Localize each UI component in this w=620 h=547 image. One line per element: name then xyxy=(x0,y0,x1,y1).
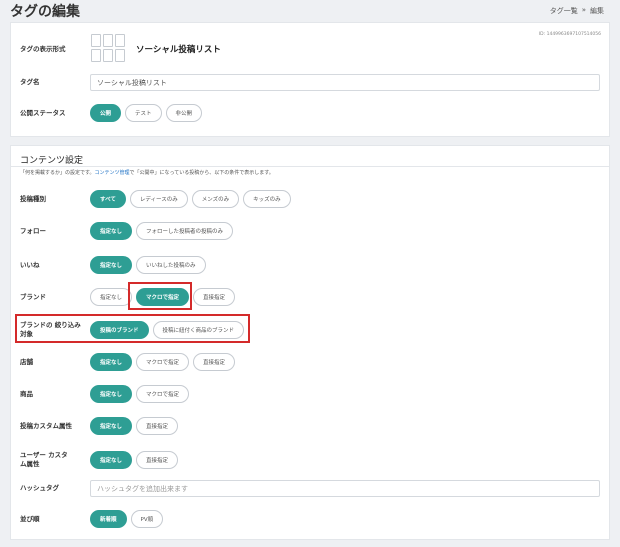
content-description: 「何を掲載するか」の設定です。コンテンツ管理で「公開中」になっている投稿から、以… xyxy=(20,170,274,176)
product-macro-button[interactable]: マクロで指定 xyxy=(136,385,190,403)
brand-target-product-button[interactable]: 投稿に紐付く商品のブランド xyxy=(152,321,245,339)
user-custom-attr-row: ユーザー カスタム属性 指定なし 直接指定 xyxy=(20,451,600,469)
format-row: タグの表示形式 ソーシャル投稿リスト xyxy=(20,34,600,64)
post-type-kids-button[interactable]: キッズのみ xyxy=(243,190,291,208)
user-custom-attr-none-button[interactable]: 指定なし xyxy=(90,451,133,469)
sort-pv-button[interactable]: PV順 xyxy=(130,510,164,528)
hashtag-input[interactable]: ハッシュタグを追加出来ます xyxy=(90,480,600,497)
follow-only-button[interactable]: フォローした投稿者の投稿のみ xyxy=(136,222,234,240)
store-macro-button[interactable]: マクロで指定 xyxy=(136,353,190,371)
follow-label: フォロー xyxy=(20,226,46,235)
section-divider xyxy=(11,166,609,167)
hashtag-row: ハッシュタグ ハッシュタグを追加出来ます xyxy=(20,480,600,497)
store-direct-button[interactable]: 直接指定 xyxy=(193,353,236,371)
user-custom-attr-label: ユーザー カスタム属性 xyxy=(20,451,68,468)
follow-none-button[interactable]: 指定なし xyxy=(90,222,133,240)
post-type-ladies-button[interactable]: レディースのみ xyxy=(129,190,188,208)
store-none-button[interactable]: 指定なし xyxy=(90,353,133,371)
sort-row: 並び順 新着順 PV順 xyxy=(20,510,600,528)
tag-name-input[interactable]: ソーシャル投稿リスト xyxy=(90,74,600,91)
basic-settings-card: ID: 1449963697107514056 タグの表示形式 ソーシャル投稿リ… xyxy=(10,22,610,137)
status-public-button[interactable]: 公開 xyxy=(90,104,122,122)
product-row: 商品 指定なし マクロで指定 xyxy=(20,385,600,403)
breadcrumb: タグ一覧 » 編集 xyxy=(550,6,604,16)
post-custom-attr-direct-button[interactable]: 直接指定 xyxy=(136,417,179,435)
user-custom-attr-direct-button[interactable]: 直接指定 xyxy=(136,451,179,469)
brand-none-button[interactable]: 指定なし xyxy=(90,288,133,306)
product-label: 商品 xyxy=(20,389,33,398)
post-type-row: 投稿種別 すべて レディースのみ メンズのみ キッズのみ xyxy=(20,190,600,208)
status-test-button[interactable]: テスト xyxy=(125,104,162,122)
format-value: ソーシャル投稿リスト xyxy=(136,45,221,55)
brand-macro-button[interactable]: マクロで指定 xyxy=(136,288,190,306)
hashtag-label: ハッシュタグ xyxy=(20,484,59,492)
post-custom-attr-label: 投稿カスタム属性 xyxy=(20,421,72,430)
store-label: 店舗 xyxy=(20,357,33,366)
content-section-title: コンテンツ設定 xyxy=(20,156,84,166)
breadcrumb-current: 編集 xyxy=(590,7,604,15)
status-row: 公開ステータス 公開 テスト 非公開 xyxy=(20,104,600,122)
sort-newest-button[interactable]: 新着順 xyxy=(90,510,127,528)
breadcrumb-tag-list-link[interactable]: タグ一覧 xyxy=(550,6,578,16)
content-management-link[interactable]: コンテンツ管理 xyxy=(95,170,130,176)
post-custom-attr-row: 投稿カスタム属性 指定なし 直接指定 xyxy=(20,417,600,435)
tag-name-label: タグ名 xyxy=(20,78,40,86)
sort-label: 並び順 xyxy=(20,514,40,523)
brand-target-row: ブランドの 絞り込み対象 投稿のブランド 投稿に紐付く商品のブランド xyxy=(20,321,600,339)
post-custom-attr-none-button[interactable]: 指定なし xyxy=(90,417,133,435)
store-row: 店舗 指定なし マクロで指定 直接指定 xyxy=(20,353,600,371)
breadcrumb-separator: » xyxy=(581,6,586,14)
grid-layout-icon xyxy=(91,34,127,64)
like-only-button[interactable]: いいねした投稿のみ xyxy=(136,256,206,274)
brand-direct-button[interactable]: 直接指定 xyxy=(193,288,236,306)
status-label: 公開ステータス xyxy=(20,108,66,117)
brand-target-post-button[interactable]: 投稿のブランド xyxy=(90,321,149,339)
content-settings-card: コンテンツ設定 「何を掲載するか」の設定です。コンテンツ管理で「公開中」になって… xyxy=(10,145,610,540)
brand-target-label: ブランドの 絞り込み対象 xyxy=(20,321,81,338)
like-none-button[interactable]: 指定なし xyxy=(90,256,133,274)
brand-row: ブランド 指定なし マクロで指定 直接指定 xyxy=(20,288,600,306)
status-private-button[interactable]: 非公開 xyxy=(165,104,203,122)
post-type-label: 投稿種別 xyxy=(20,194,46,203)
post-type-mens-button[interactable]: メンズのみ xyxy=(191,190,240,208)
format-label: タグの表示形式 xyxy=(20,44,66,53)
product-none-button[interactable]: 指定なし xyxy=(90,385,133,403)
post-type-all-button[interactable]: すべて xyxy=(90,190,126,208)
brand-label: ブランド xyxy=(20,292,46,301)
tag-name-row: タグ名 ソーシャル投稿リスト xyxy=(20,74,600,91)
follow-row: フォロー 指定なし フォローした投稿者の投稿のみ xyxy=(20,222,600,240)
like-label: いいね xyxy=(20,260,40,269)
page-title: タグの編集 xyxy=(10,4,80,20)
like-row: いいね 指定なし いいねした投稿のみ xyxy=(20,256,600,274)
